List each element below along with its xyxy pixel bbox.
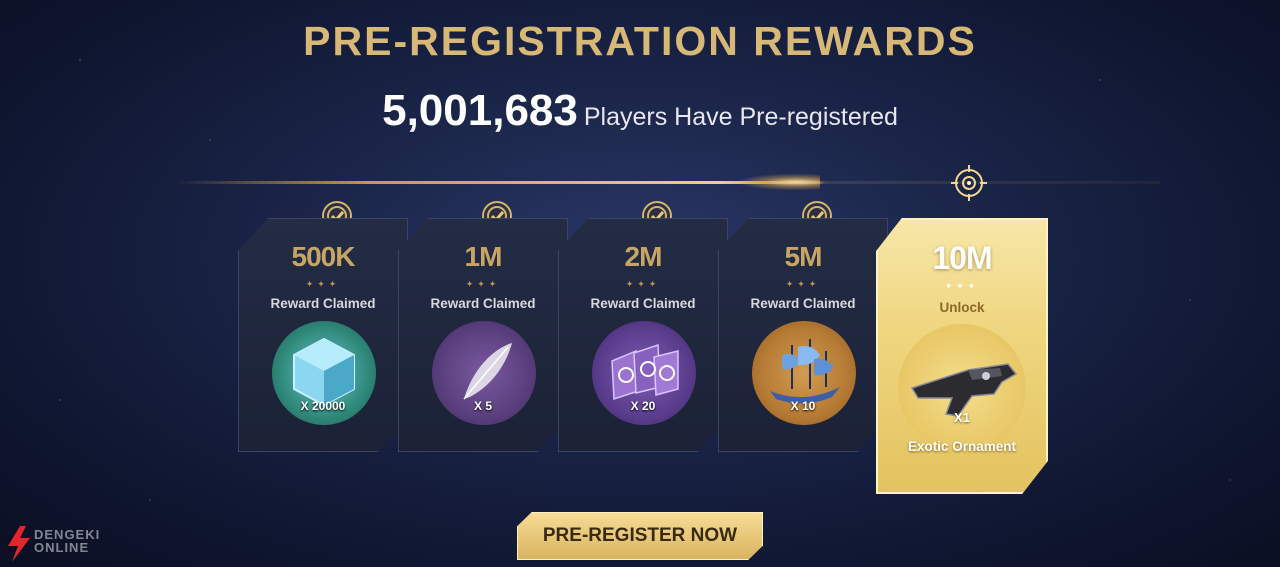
reward-card-500k[interactable]: 500K ✦✦✦ Reward Claimed X 20000 <box>238 218 408 452</box>
player-counter: 5,001,683 Players Have Pre-registered <box>0 86 1280 136</box>
pre-register-button[interactable]: PRE-REGISTER NOW <box>517 512 763 560</box>
diamond-divider-icon: ✦✦✦ <box>305 279 341 289</box>
reward-quantity: X 20000 <box>300 399 346 413</box>
reward-status: Reward Claimed <box>750 296 856 311</box>
reward-status: Unlock <box>939 300 985 315</box>
milestone-threshold: 10M <box>932 240 992 276</box>
reward-quantity: X 20 <box>630 399 656 413</box>
reward-card-10m[interactable]: 10M ✦✦✦ Unlock X1 Exotic Ornament <box>876 218 1048 494</box>
page-title: PRE-REGISTRATION REWARDS <box>303 18 977 64</box>
reward-card-5m[interactable]: 5M ✦✦✦ Reward Claimed X 10 <box>718 218 888 452</box>
dengeki-online-watermark: DENGEKI ONLINE <box>4 524 134 564</box>
progress-bullet-icon <box>740 174 820 190</box>
diamond-divider-icon: ✦✦✦ <box>465 279 501 289</box>
progress-track <box>175 181 1160 184</box>
reward-status: Reward Claimed <box>590 296 696 311</box>
reward-card-1m[interactable]: 1M ✦✦✦ Reward Claimed X 5 <box>398 218 568 452</box>
reward-status: Reward Claimed <box>270 296 376 311</box>
milestone-threshold: 2M <box>624 241 663 272</box>
exotic-gun-icon <box>898 324 1026 452</box>
reward-status: Reward Claimed <box>430 296 536 311</box>
reward-name: Exotic Ornament <box>907 439 1017 454</box>
player-count-label: Players Have Pre-registered <box>583 103 898 131</box>
reward-quantity: X 5 <box>473 399 492 413</box>
diamond-divider-icon: ✦✦✦ <box>944 281 980 291</box>
diamond-divider-icon: ✦✦✦ <box>625 279 661 289</box>
diamond-divider-icon: ✦✦✦ <box>785 279 821 289</box>
milestone-threshold: 1M <box>464 241 503 272</box>
lightning-logo-icon <box>8 526 30 562</box>
player-count: 5,001,683 <box>382 86 578 135</box>
target-marker-icon <box>951 165 987 201</box>
reward-quantity: X 10 <box>790 399 816 413</box>
milestone-threshold: 500K <box>291 241 356 272</box>
watermark-text: DENGEKI ONLINE <box>34 527 101 555</box>
reward-quantity: X1 <box>954 410 970 425</box>
milestone-threshold: 5M <box>784 241 823 272</box>
reward-card-2m[interactable]: 2M ✦✦✦ Reward Claimed X 20 <box>558 218 728 452</box>
